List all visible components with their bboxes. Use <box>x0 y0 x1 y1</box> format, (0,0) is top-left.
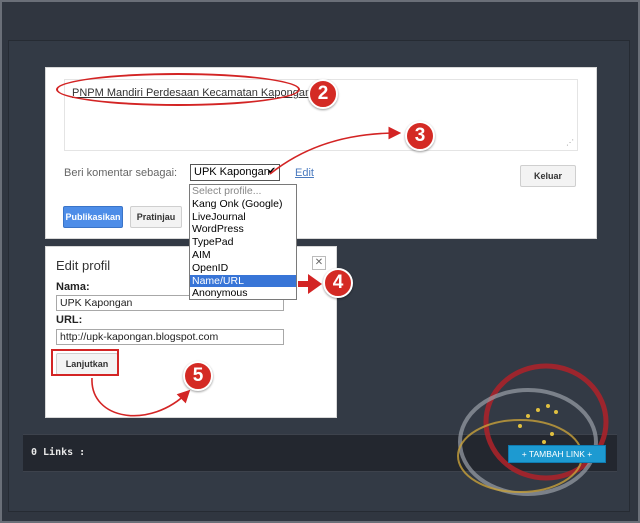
dropdown-option[interactable]: Kang Onk (Google) <box>190 198 296 211</box>
profile-select[interactable]: UPK Kapongan ✔ <box>190 164 280 181</box>
edit-link[interactable]: Edit <box>295 167 314 179</box>
links-count-label: 0 Links : <box>31 447 86 458</box>
dialog-title: Edit profil <box>56 258 111 273</box>
dropdown-option[interactable]: TypePad <box>190 236 296 249</box>
profile-select-value: UPK Kapongan <box>194 166 270 178</box>
chevron-down-icon: ✔ <box>267 166 276 177</box>
dropdown-option[interactable]: AIM <box>190 249 296 262</box>
continue-highlight-box <box>51 349 119 376</box>
dropdown-option-name-url[interactable]: Name/URL <box>190 274 296 288</box>
url-field[interactable]: http://upk-kapongan.blogspot.com <box>56 329 284 345</box>
step-3-badge: 3 <box>405 121 435 151</box>
url-label: URL: <box>56 314 83 326</box>
profile-dropdown-list: Select profile... Kang Onk (Google) Live… <box>189 184 297 300</box>
preview-button[interactable]: Pratinjau <box>130 206 182 228</box>
step-4-badge: 4 <box>323 268 353 298</box>
name-label: Nama: <box>56 281 90 293</box>
dropdown-option[interactable]: OpenID <box>190 262 296 275</box>
emblem-logo <box>457 363 609 496</box>
add-link-button[interactable]: + TAMBAH LINK + <box>508 445 606 463</box>
publish-button[interactable]: Publikasikan <box>63 206 123 228</box>
resize-grip-icon[interactable]: ⋰ <box>566 138 574 147</box>
dropdown-option[interactable]: WordPress <box>190 223 296 236</box>
close-icon[interactable]: ✕ <box>312 256 326 270</box>
dropdown-option[interactable]: LiveJournal <box>190 211 296 224</box>
comment-highlight-ellipse <box>56 73 300 106</box>
step-5-badge: 5 <box>183 361 213 391</box>
comment-as-label: Beri komentar sebagai: <box>64 167 178 179</box>
dropdown-option[interactable]: Select profile... <box>190 185 296 198</box>
step-2-badge: 2 <box>308 79 338 109</box>
dropdown-option[interactable]: Anonymous <box>190 287 296 300</box>
logout-button[interactable]: Keluar <box>520 165 576 187</box>
